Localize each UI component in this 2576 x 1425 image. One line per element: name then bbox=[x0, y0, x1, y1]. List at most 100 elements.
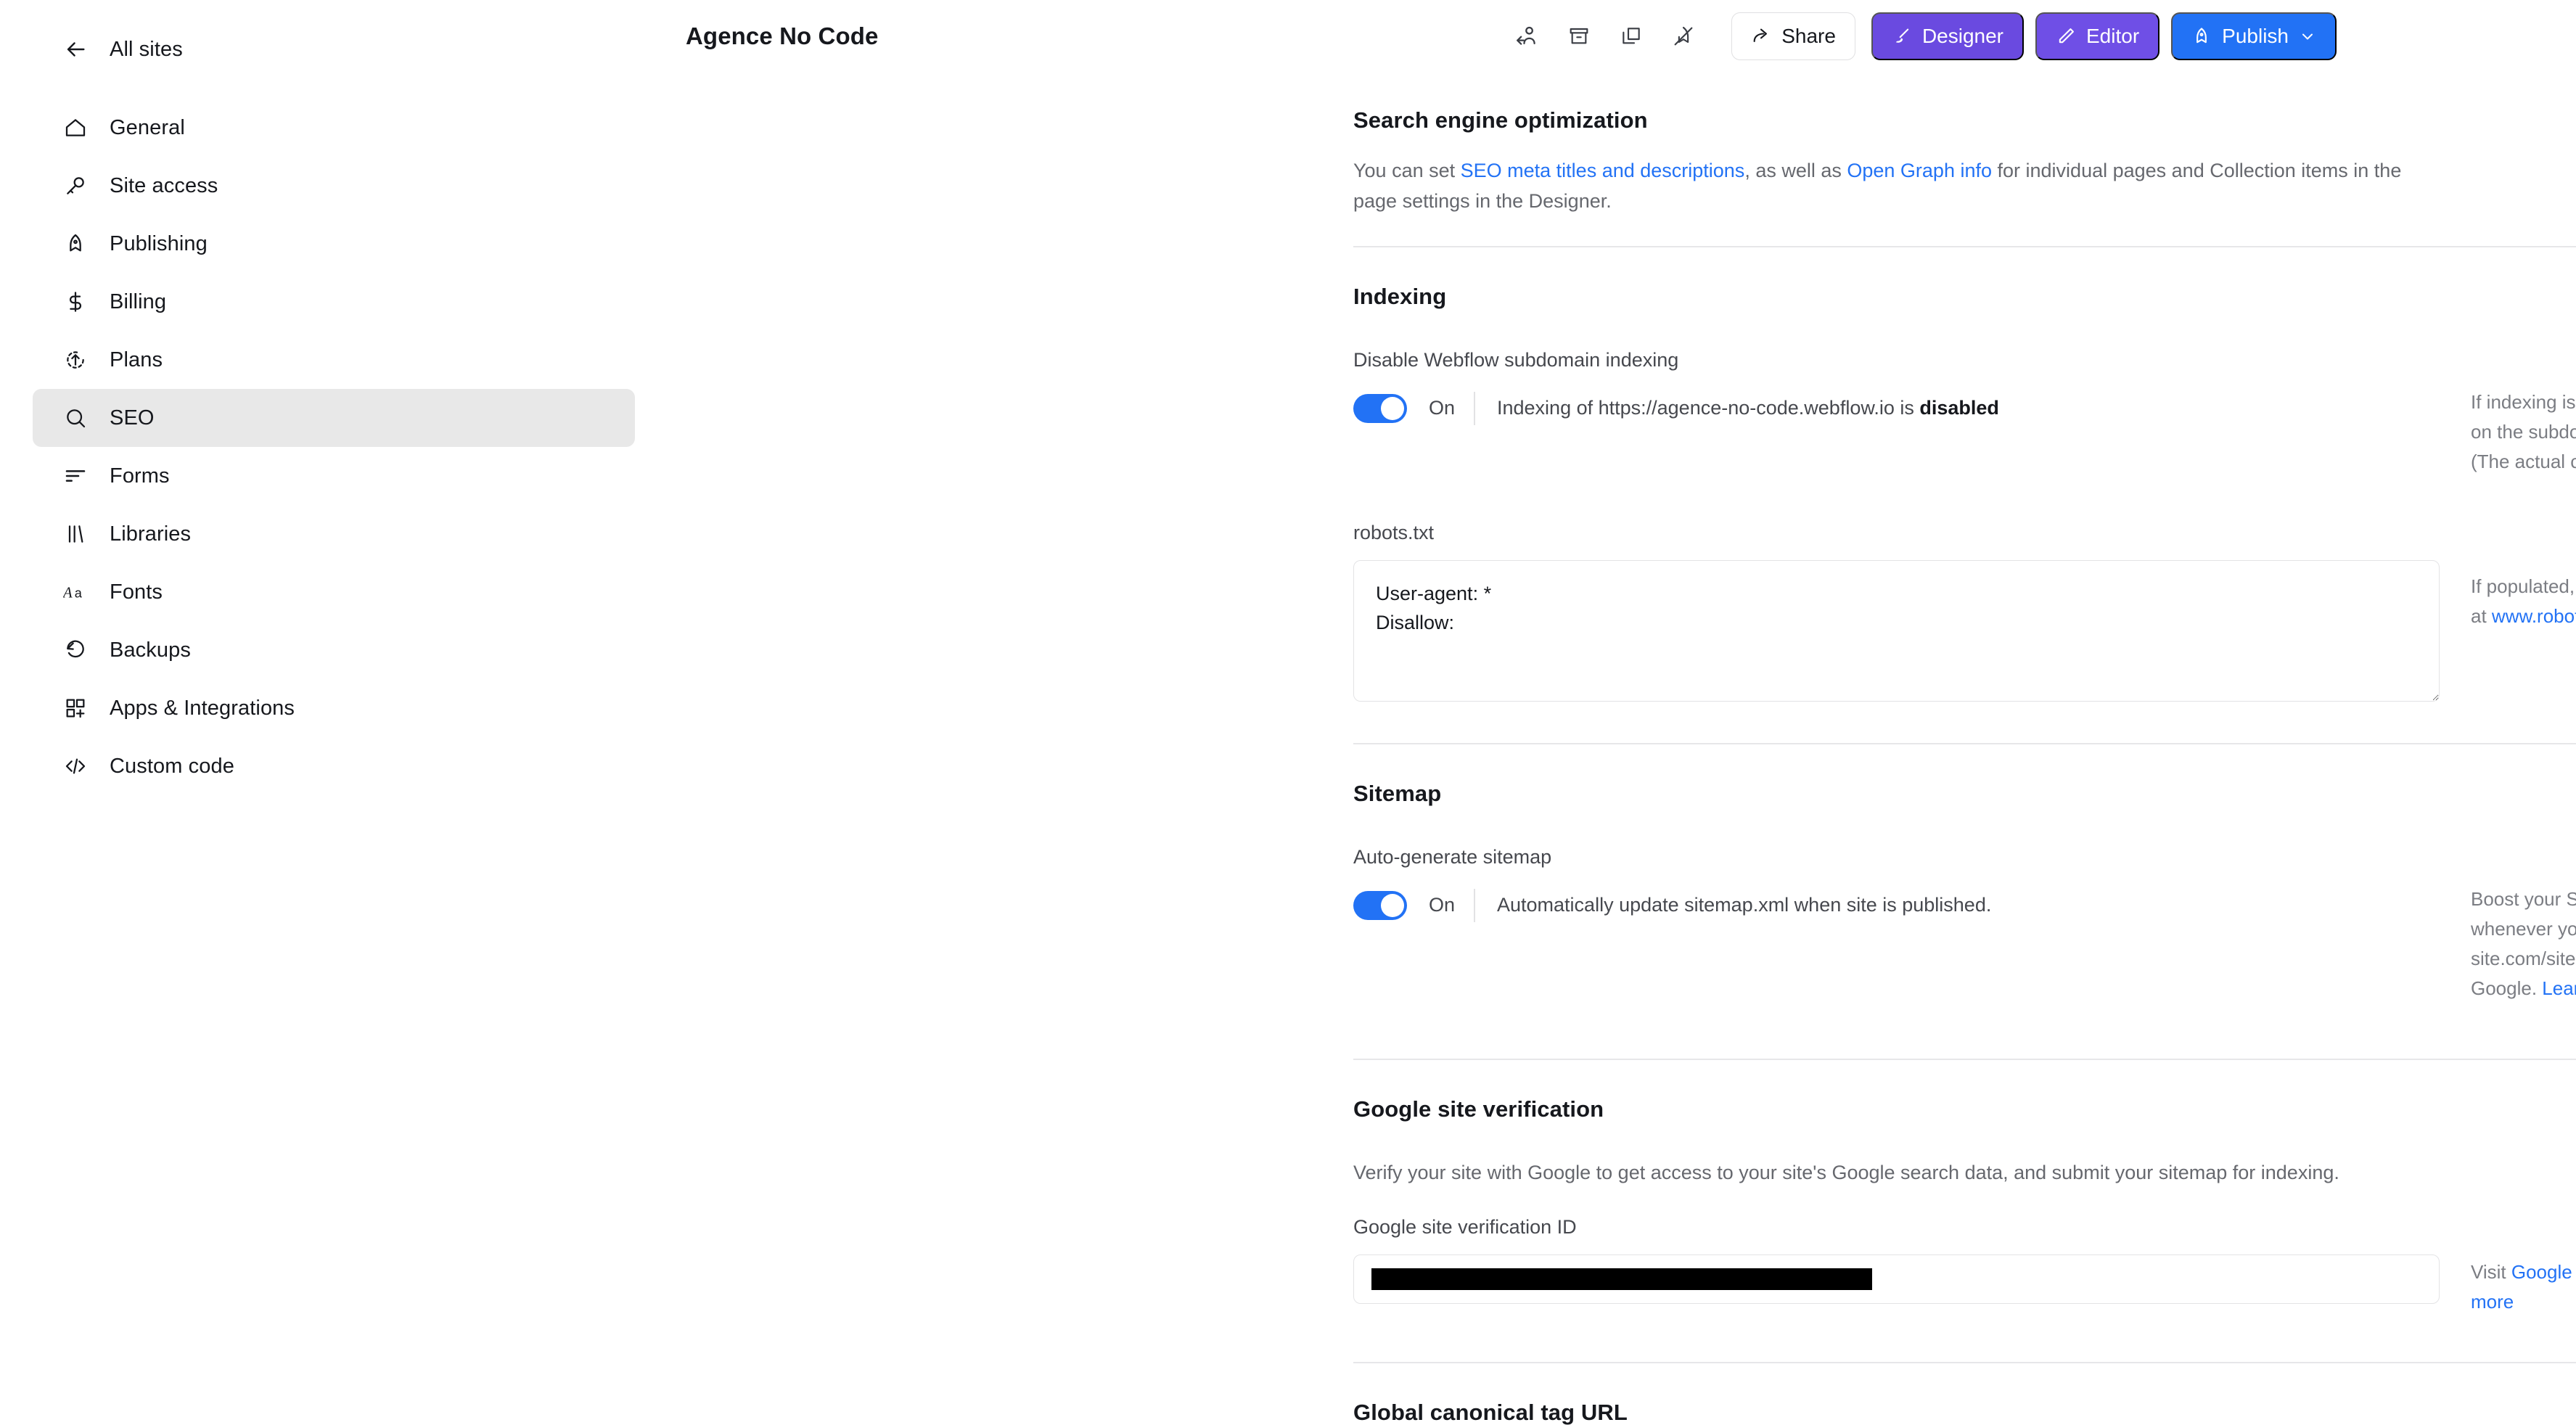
apps-icon bbox=[62, 694, 89, 722]
designer-button[interactable]: Designer bbox=[1871, 12, 2024, 60]
gv-help-pre: Visit bbox=[2471, 1260, 2511, 1283]
sidebar-item-label: Billing bbox=[110, 289, 167, 313]
robots-txt-help: If populated, this will be added to all … bbox=[2471, 572, 2576, 705]
sidebar-item-label: Publishing bbox=[110, 231, 208, 255]
sidebar-item-all-sites[interactable]: All sites bbox=[33, 20, 635, 78]
indexing-field-label: Disable Webflow subdomain indexing bbox=[1353, 348, 1679, 371]
sidebar-item-label: All sites bbox=[110, 37, 183, 61]
topbar: Agence No Code Share Designer Editor Pub… bbox=[668, 0, 2576, 73]
sidebar-nav: All sites General Site access Publishing bbox=[0, 20, 668, 795]
link-sitemap-learn-more[interactable]: Learn more bbox=[2542, 977, 2576, 999]
google-verification-header: Google site verification Save bbox=[1353, 1089, 2576, 1134]
toggle-knob bbox=[1381, 893, 1404, 917]
rocket-icon bbox=[62, 230, 89, 258]
invite-user-icon[interactable] bbox=[1501, 13, 1553, 59]
google-verification-id-input[interactable] bbox=[1353, 1254, 2440, 1304]
code-icon bbox=[62, 752, 89, 780]
sitemap-header: Sitemap Save bbox=[1353, 773, 2576, 818]
indexing-toggle-line: On Indexing of https://agence-no-code.we… bbox=[1353, 391, 2471, 425]
robots-txt-input[interactable] bbox=[1353, 559, 2440, 702]
robots-txt-label: robots.txt bbox=[1353, 521, 1435, 543]
sidebar-item-apps-integrations[interactable]: Apps & Integrations bbox=[33, 679, 635, 737]
sidebar-item-general[interactable]: General bbox=[33, 99, 635, 157]
share-label: Share bbox=[1781, 25, 1836, 47]
sidebar-item-libraries[interactable]: Libraries bbox=[33, 505, 635, 563]
section-google-site-verification: Google site verification Save Verify you… bbox=[1353, 1060, 2576, 1363]
sitemap-status-text: Automatically update sitemap.xml when si… bbox=[1497, 894, 1992, 916]
sidebar-item-fonts[interactable]: Aa Fonts bbox=[33, 563, 635, 621]
indexing-toggle-row: On Indexing of https://agence-no-code.we… bbox=[1353, 391, 2576, 477]
robots-txt-left bbox=[1353, 559, 2471, 705]
sidebar-item-site-access[interactable]: Site access bbox=[33, 157, 635, 215]
robots-txt-row: If populated, this will be added to all … bbox=[1353, 559, 2576, 705]
editor-label: Editor bbox=[2086, 25, 2140, 47]
sitemap-toggle-line: On Automatically update sitemap.xml when… bbox=[1353, 888, 2471, 922]
rocket-icon bbox=[2191, 26, 2212, 46]
svg-text:A: A bbox=[63, 585, 73, 601]
publish-button[interactable]: Publish bbox=[2171, 12, 2337, 60]
vertical-divider bbox=[1474, 888, 1475, 922]
seo-intro-mid: , as well as bbox=[1744, 160, 1847, 181]
topbar-actions: Share Designer Editor Publish bbox=[1501, 12, 2337, 60]
seo-settings-content: Search engine optimization You can set S… bbox=[1335, 73, 2576, 1425]
chevron-down-icon bbox=[2299, 28, 2316, 45]
canonical-header: Global canonical tag URL Save bbox=[1353, 1392, 2576, 1425]
share-button[interactable]: Share bbox=[1731, 12, 1855, 60]
indexing-status-pre: Indexing of https://agence-no-code.webfl… bbox=[1497, 397, 1920, 419]
section-title: Indexing bbox=[1353, 283, 1447, 309]
google-verification-help: Visit Google Search Console to add and v… bbox=[2471, 1257, 2576, 1317]
sitemap-field-label: Auto-generate sitemap bbox=[1353, 845, 1552, 868]
sidebar-item-seo[interactable]: SEO bbox=[33, 389, 635, 447]
google-verification-description: Verify your site with Google to get acce… bbox=[1353, 1162, 2339, 1184]
toggle-auto-generate-sitemap[interactable] bbox=[1353, 890, 1407, 920]
sitemap-toggle-row: On Automatically update sitemap.xml when… bbox=[1353, 888, 2576, 1003]
sidebar-item-forms[interactable]: Forms bbox=[33, 447, 635, 505]
toggle-state-label: On bbox=[1429, 894, 1456, 916]
toggle-knob bbox=[1381, 396, 1404, 420]
toggle-disable-subdomain-indexing[interactable] bbox=[1353, 393, 1407, 423]
vertical-divider bbox=[1474, 391, 1475, 425]
link-open-graph-info[interactable]: Open Graph info bbox=[1847, 160, 1992, 181]
page-title: Agence No Code bbox=[686, 22, 879, 49]
section-sitemap: Sitemap Save Auto-generate sitemap On Au… bbox=[1353, 744, 2576, 1061]
sidebar-item-custom-code[interactable]: Custom code bbox=[33, 737, 635, 795]
sidebar-item-label: Libraries bbox=[110, 522, 192, 546]
brush-icon bbox=[1892, 26, 1912, 46]
arrow-left-icon bbox=[62, 36, 89, 63]
toggle-state-label: On bbox=[1429, 397, 1456, 419]
app-root: All sites General Site access Publishing bbox=[0, 0, 2576, 1425]
section-global-canonical-tag-url: Global canonical tag URL Save Set a glob… bbox=[1353, 1363, 2576, 1425]
indexing-status-text: Indexing of https://agence-no-code.webfl… bbox=[1497, 397, 1999, 419]
sidebar-item-publishing[interactable]: Publishing bbox=[33, 215, 635, 273]
sidebar-item-label: General bbox=[110, 115, 185, 139]
upgrade-icon bbox=[62, 346, 89, 374]
designer-label: Designer bbox=[1921, 25, 2003, 47]
section-title: Search engine optimization bbox=[1353, 107, 1648, 133]
sidebar-item-label: Fonts bbox=[110, 580, 163, 604]
indexing-toggle-left: On Indexing of https://agence-no-code.we… bbox=[1353, 391, 2471, 477]
editor-button[interactable]: Editor bbox=[2035, 12, 2160, 60]
key-icon bbox=[62, 172, 89, 200]
seo-intro-text: You can set SEO meta titles and descript… bbox=[1353, 155, 2442, 217]
section-title: Sitemap bbox=[1353, 780, 1442, 806]
pencil-icon bbox=[2056, 26, 2076, 46]
sidebar-item-billing[interactable]: Billing bbox=[33, 273, 635, 331]
seo-intro-pre: You can set bbox=[1353, 160, 1461, 181]
sidebar-item-plans[interactable]: Plans bbox=[33, 331, 635, 389]
link-seo-meta-titles[interactable]: SEO meta titles and descriptions bbox=[1461, 160, 1745, 181]
sidebar-item-backups[interactable]: Backups bbox=[33, 621, 635, 679]
sidebar-item-label: Site access bbox=[110, 173, 218, 197]
archive-icon[interactable] bbox=[1553, 13, 1605, 59]
main-panel: Agence No Code Share Designer Editor Pub… bbox=[668, 0, 2576, 1425]
link-robotstxt-org[interactable]: www.robotstxt.org bbox=[2492, 605, 2576, 627]
dollar-icon bbox=[62, 288, 89, 316]
unlink-icon[interactable] bbox=[1657, 13, 1710, 59]
section-title: Global canonical tag URL bbox=[1353, 1399, 1628, 1425]
duplicate-icon[interactable] bbox=[1605, 13, 1657, 59]
link-google-search-console[interactable]: Google Search Console bbox=[2511, 1261, 2576, 1283]
fonts-icon: Aa bbox=[62, 578, 89, 606]
publish-label: Publish bbox=[2222, 25, 2289, 47]
section-search-engine-optimization: Search engine optimization You can set S… bbox=[1353, 73, 2576, 247]
history-icon bbox=[62, 636, 89, 664]
section-indexing: Indexing Save Disable Webflow subdomain … bbox=[1353, 247, 2576, 744]
